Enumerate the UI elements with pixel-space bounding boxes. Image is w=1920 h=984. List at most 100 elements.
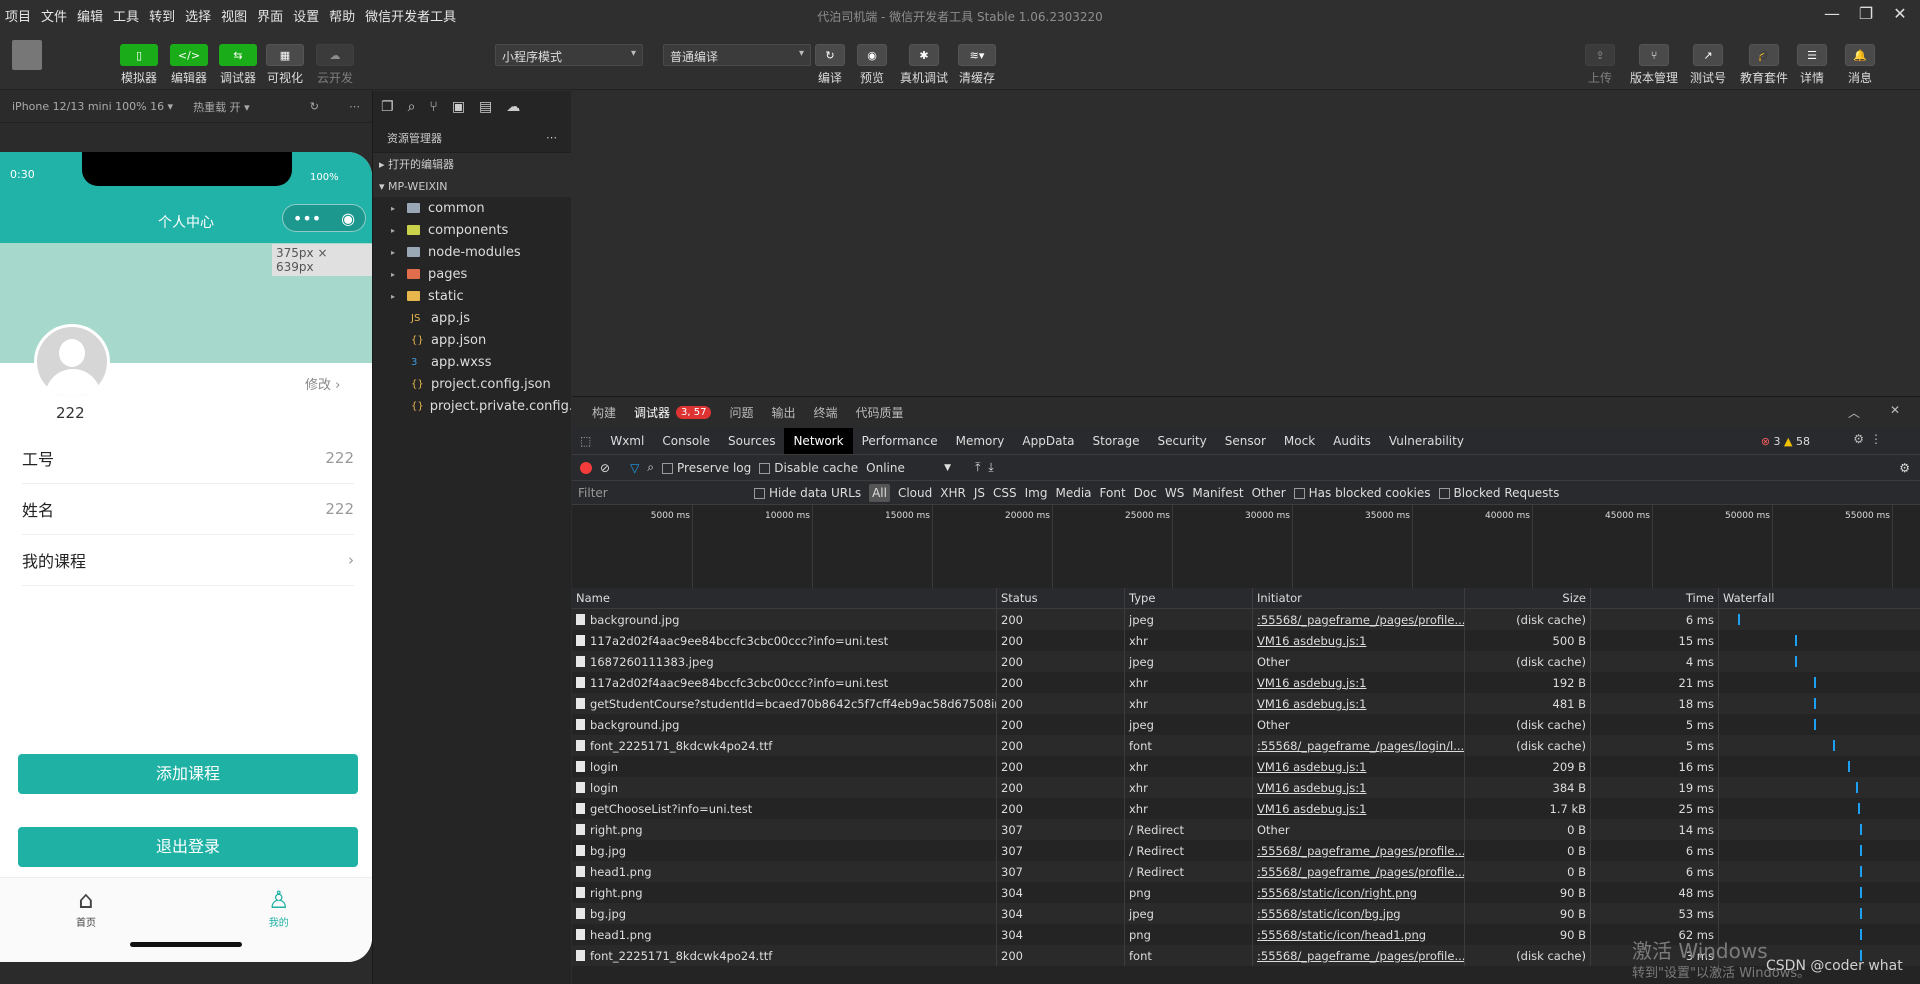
files-icon[interactable]: ❐ [381,99,394,115]
table-row[interactable]: login 200 xhr VM16 asdebug.js:1 209 B 16 ms [572,756,1920,777]
table-row[interactable]: right.png 304 png:55568/static/icon/right.… [572,882,1920,903]
import-icon[interactable]: ⤒ [975,460,980,475]
search-icon[interactable]: ⌕ [408,99,416,115]
tab-me[interactable]: ♙ 我的 [268,886,290,929]
hot-reload-toggle[interactable]: 热重载 开 ▾ [193,99,250,115]
add-course-button[interactable]: 添加课程 [18,754,358,794]
project-section[interactable]: ▾ MP-WEIXIN [373,175,571,197]
maximize-icon[interactable]: ❐ [1854,4,1878,26]
filter-type-js[interactable]: JS [974,486,985,500]
settings-icon[interactable]: ⚙ [1853,432,1864,446]
devtools-tab-memory[interactable]: Memory [947,428,1014,454]
column-header-initiator[interactable]: Initiator [1253,588,1465,608]
filter-type-ws[interactable]: WS [1165,486,1184,500]
remote-debug-button[interactable]: ✱ 真机调试 [900,44,948,86]
debugger-button[interactable]: ⇆ 调试器 [219,44,257,86]
cell-initiator[interactable]: VM16 asdebug.js:1 [1253,756,1465,777]
devtools-tab-security[interactable]: Security [1148,428,1215,454]
mode-select[interactable]: 小程序模式 [495,44,643,66]
version-button[interactable]: ⑂ 版本管理 [1630,44,1678,86]
filter-type-media[interactable]: Media [1055,486,1091,500]
cell-initiator[interactable]: :55568/_pageframe_/pages/profile... [1253,840,1465,861]
layout-icon[interactable]: ▤ [479,99,492,115]
table-row[interactable]: login 200 xhr VM16 asdebug.js:1 384 B 19 ms [572,777,1920,798]
cell-initiator[interactable]: VM16 asdebug.js:1 [1253,672,1465,693]
test-account-button[interactable]: ↗ 测试号 [1690,44,1726,86]
preview-button[interactable]: ◉ 预览 [857,44,887,86]
hide-data-urls-checkbox[interactable]: Hide data URLs [754,486,861,500]
filter-type-other[interactable]: Other [1252,486,1286,500]
user-avatar[interactable] [12,40,42,70]
column-header-size[interactable]: Size [1465,588,1591,608]
compile-button[interactable]: ↻ 编译 [815,44,845,86]
filter-type-manifest[interactable]: Manifest [1192,486,1243,500]
panel-tab[interactable]: 问题 [729,404,753,421]
table-row[interactable]: right.png 307/ Redirect Other 0 B 14 ms [572,819,1920,840]
table-row[interactable]: background.jpg 200 jpeg:55568/_pageframe_/… [572,609,1920,630]
cloud-button[interactable]: ☁ 云开发 [316,44,354,86]
devtools-tab-sensor[interactable]: Sensor [1216,428,1275,454]
filter-type-font[interactable]: Font [1100,486,1126,500]
visual-button[interactable]: ▦ 可视化 [266,44,304,86]
cloud-icon[interactable]: ☁ [506,99,520,115]
column-header-time[interactable]: Time [1591,588,1719,608]
network-settings-icon[interactable]: ⚙ [1899,461,1910,475]
editor-button[interactable]: </> 编辑器 [170,44,208,86]
tree-item-app-wxss[interactable]: 3 app.wxss [373,351,571,373]
cell-initiator[interactable]: :55568/static/icon/right.png [1253,882,1465,903]
clear-cache-button[interactable]: ≋▾ 清缓存 [958,44,996,86]
devtools-tab-mock[interactable]: Mock [1275,428,1324,454]
table-row[interactable]: 117a2d02f4aac9ee84bccfc3cbc00ccc?info=un… [572,672,1920,693]
tree-item-static[interactable]: ▸ static [373,285,571,307]
cell-initiator[interactable]: :55568/_pageframe_/pages/profile... [1253,861,1465,882]
filter-type-all[interactable]: All [869,483,890,502]
inspect-icon[interactable]: ⬚ [580,434,591,448]
column-header-waterfall[interactable]: Waterfall [1719,588,1920,608]
devtools-tab-vulnerability[interactable]: Vulnerability [1380,428,1473,454]
filter-input[interactable]: Filter [576,486,746,500]
table-row[interactable]: bg.jpg 304 jpeg:55568/static/icon/bg.jpg 90… [572,903,1920,924]
filter-type-css[interactable]: CSS [993,486,1017,500]
more-dots-icon[interactable]: ••• [293,209,321,228]
capsule-button[interactable]: ••• ◉ [282,204,366,232]
minimize-icon[interactable]: — [1820,4,1844,26]
kebab-icon[interactable]: ⋮ [1870,432,1882,446]
extensions-icon[interactable]: ▣ [452,99,465,115]
close-panel-icon[interactable]: ✕ [1890,403,1900,417]
table-row[interactable]: head1.png 307/ Redirect:55568/_pageframe_… [572,861,1920,882]
tree-item-app-json[interactable]: {} app.json [373,329,571,351]
edu-button[interactable]: 🎓 教育套件 [1740,44,1788,86]
cell-initiator[interactable]: VM16 asdebug.js:1 [1253,798,1465,819]
table-row[interactable]: bg.jpg 307/ Redirect:55568/_pageframe_/pa… [572,840,1920,861]
close-icon[interactable]: ✕ [1888,4,1912,26]
more-icon[interactable]: ⋯ [546,131,557,144]
tree-item-project-private-config-js-[interactable]: {} project.private.config.js... [373,395,571,417]
devtools-tab-console[interactable]: Console [653,428,719,454]
record-icon[interactable] [580,461,592,474]
table-row[interactable]: getStudentCourse?studentId=bcaed70b8642c… [572,693,1920,714]
filter-type-cloud[interactable]: Cloud [898,486,932,500]
cell-initiator[interactable]: VM16 asdebug.js:1 [1253,777,1465,798]
logout-button[interactable]: 退出登录 [18,827,358,867]
more-icon[interactable]: ⋯ [349,100,360,113]
filter-type-img[interactable]: Img [1025,486,1048,500]
blocked-requests-checkbox[interactable]: Blocked Requests [1438,486,1559,500]
devtools-tab-appdata[interactable]: AppData [1013,428,1083,454]
tree-item-pages[interactable]: ▸ pages [373,263,571,285]
collapse-icon[interactable]: ︿ [1848,404,1860,421]
tree-item-common[interactable]: ▸ common [373,197,571,219]
compile-select[interactable]: 普通编译 [663,44,811,66]
table-row[interactable]: 1687260111383.jpeg 200 jpeg Other (disk cach… [572,651,1920,672]
devtools-tab-audits[interactable]: Audits [1324,428,1380,454]
git-icon[interactable]: ⑂ [429,99,437,115]
table-row[interactable]: getChooseList?info=uni.test 200 xhr VM16 as… [572,798,1920,819]
panel-tab[interactable]: 终端 [814,404,838,421]
filter-type-xhr[interactable]: XHR [940,486,966,500]
table-row[interactable]: 117a2d02f4aac9ee84bccfc3cbc00ccc?info=un… [572,630,1920,651]
disable-cache-checkbox[interactable]: Disable cache [759,461,858,475]
cell-initiator[interactable]: :55568/static/icon/head1.png [1253,924,1465,945]
panel-tab[interactable]: 调试器 [634,404,670,421]
column-header-name[interactable]: Name [572,588,997,608]
devtools-tab-network[interactable]: Network [784,427,853,454]
row-my-courses[interactable]: 我的课程 › [22,535,354,586]
